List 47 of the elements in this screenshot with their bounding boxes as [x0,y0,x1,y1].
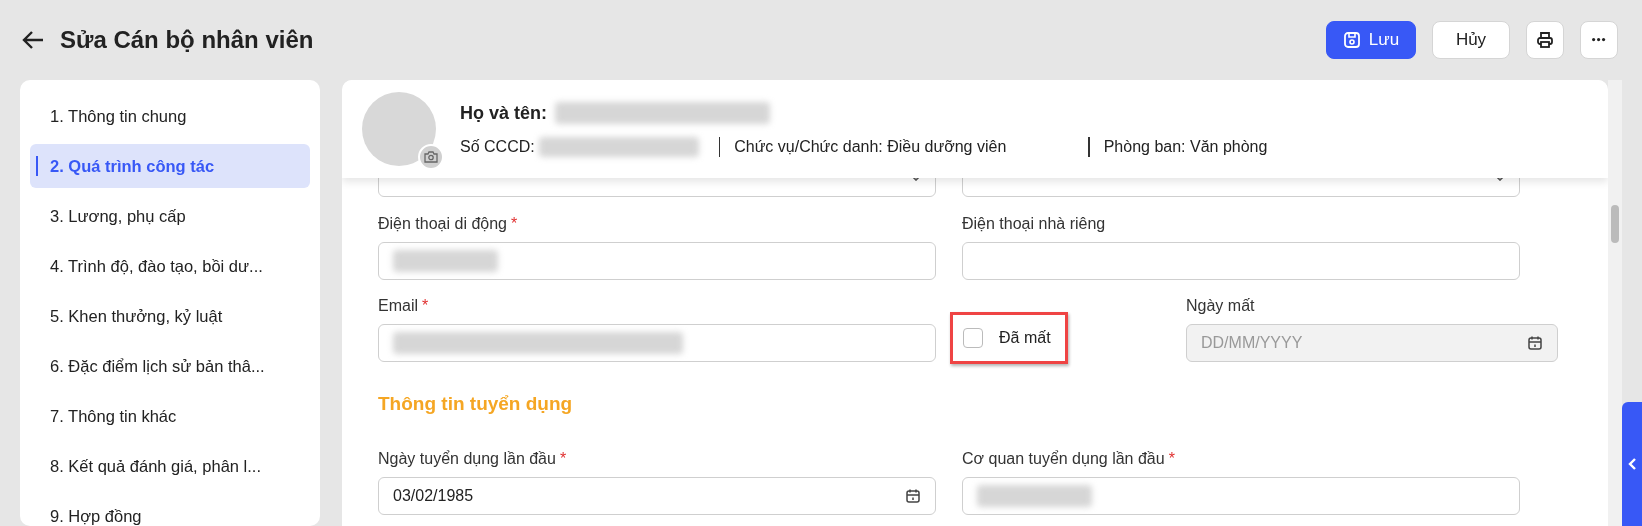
cancel-button[interactable]: Hủy [1432,21,1510,59]
required-mark: * [422,297,429,314]
sidebar-item[interactable]: 8. Kết quả đánh giá, phân l... [30,444,310,488]
input-field[interactable] [962,476,1520,515]
field-label: Điện thoại di động * [378,214,519,234]
more-icon [1592,38,1606,42]
print-icon [1536,31,1554,49]
sidebar-item[interactable]: 1. Thông tin chung [30,94,310,138]
sidebar-item[interactable]: 6. Đặc điểm lịch sử bản thâ... [30,344,310,388]
required-mark: * [511,215,518,232]
collapse-tab[interactable] [1622,402,1642,526]
id-label: Số CCCD: [460,136,535,157]
checkbox[interactable] [963,328,983,348]
sidebar-item[interactable]: 4. Trình độ, đào tạo, bồi dư... [30,244,310,288]
sidebar-item[interactable]: 7. Thông tin khác [30,394,310,438]
scrollbar-thumb[interactable] [1611,205,1619,243]
date-field[interactable]: 03/02/1985 [378,476,936,515]
input-field[interactable] [962,242,1520,280]
back-arrow-icon[interactable] [22,30,44,50]
camera-icon [424,151,438,163]
input-field[interactable] [378,242,936,280]
position-text: Chức vụ/Chức danh: Điều dưỡng viên [734,136,1008,157]
save-button[interactable]: Lưu [1326,21,1416,59]
checkbox-label: Đã mất [999,328,1051,348]
field-label: Email * [378,296,430,316]
field-label: Ngày mất [1186,296,1256,316]
calendar-icon[interactable] [905,487,921,504]
divider [1088,136,1090,157]
sidebar-item[interactable]: 9. Hợp đồng [30,494,310,526]
save-icon [1342,31,1361,49]
field-label: Ngày tuyển dụng lần đầu * [378,448,568,469]
required-mark: * [559,449,567,467]
sidebar-item[interactable]: 2. Quá trình công tác [30,144,310,188]
divider [718,136,721,157]
sidebar-item[interactable]: 5. Khen thưởng, kỷ luật [30,294,310,338]
page-title: Sửa Cán bộ nhân viên [60,25,314,55]
print-button[interactable] [1526,21,1564,59]
sidebar-item[interactable]: 3. Lương, phụ cấp [30,194,310,238]
department-text: Phòng ban: Văn phòng [1103,136,1268,157]
field-label: Cơ quan tuyển dụng lần đầu * [962,448,1176,469]
required-mark: * [1168,449,1175,467]
chevron-left-icon [1627,457,1637,471]
input-field[interactable] [378,324,936,362]
section-title: Thông tin tuyển dụng [378,392,573,416]
more-button[interactable] [1580,21,1618,59]
field-label: Điện thoại nhà riêng [962,214,1107,234]
name-label: Họ và tên: [460,101,547,125]
